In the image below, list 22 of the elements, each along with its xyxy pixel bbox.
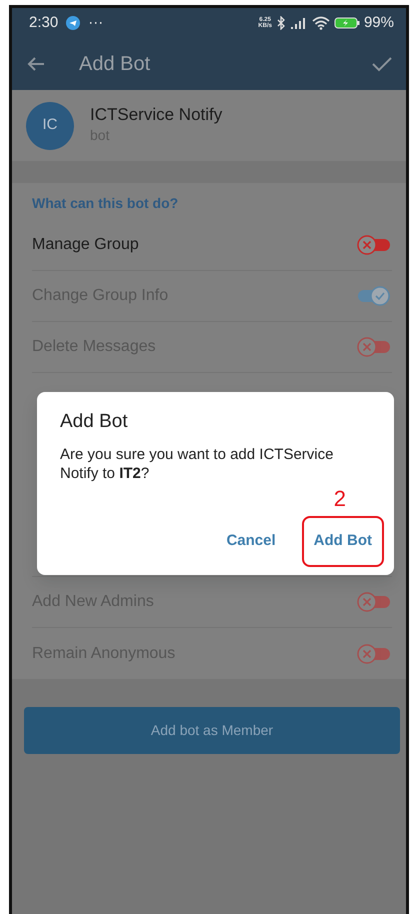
more-indicator: ··· [88,12,104,33]
notification-icon [66,16,80,30]
add-member-button[interactable]: Add bot as Member [24,707,400,754]
bluetooth-icon [276,16,286,30]
permission-label: Manage Group [32,235,139,255]
step-number: 2 [334,488,346,510]
battery-level: 99% [364,12,394,33]
dialog-title: Add Bot [60,410,129,434]
dialog-message: Are you sure you want to add ICTService Notify to IT2? [60,444,334,484]
wifi-icon [312,16,330,30]
toggle-switch[interactable] [356,235,392,255]
dialog-button[interactable]: Add Bot [302,516,384,566]
section-title: What can this bot do? [32,194,180,213]
confirm-button[interactable] [372,56,392,72]
status-time: 2:30 [29,12,58,33]
bot-name: ICTService Notify [90,104,222,126]
dialog-button[interactable]: Cancel [216,516,286,566]
signal-icon [290,16,308,30]
app-bar-title: Add Bot [79,52,150,77]
battery-icon [334,16,360,30]
back-button[interactable] [27,56,45,72]
avatar-circle: IC [26,102,74,150]
